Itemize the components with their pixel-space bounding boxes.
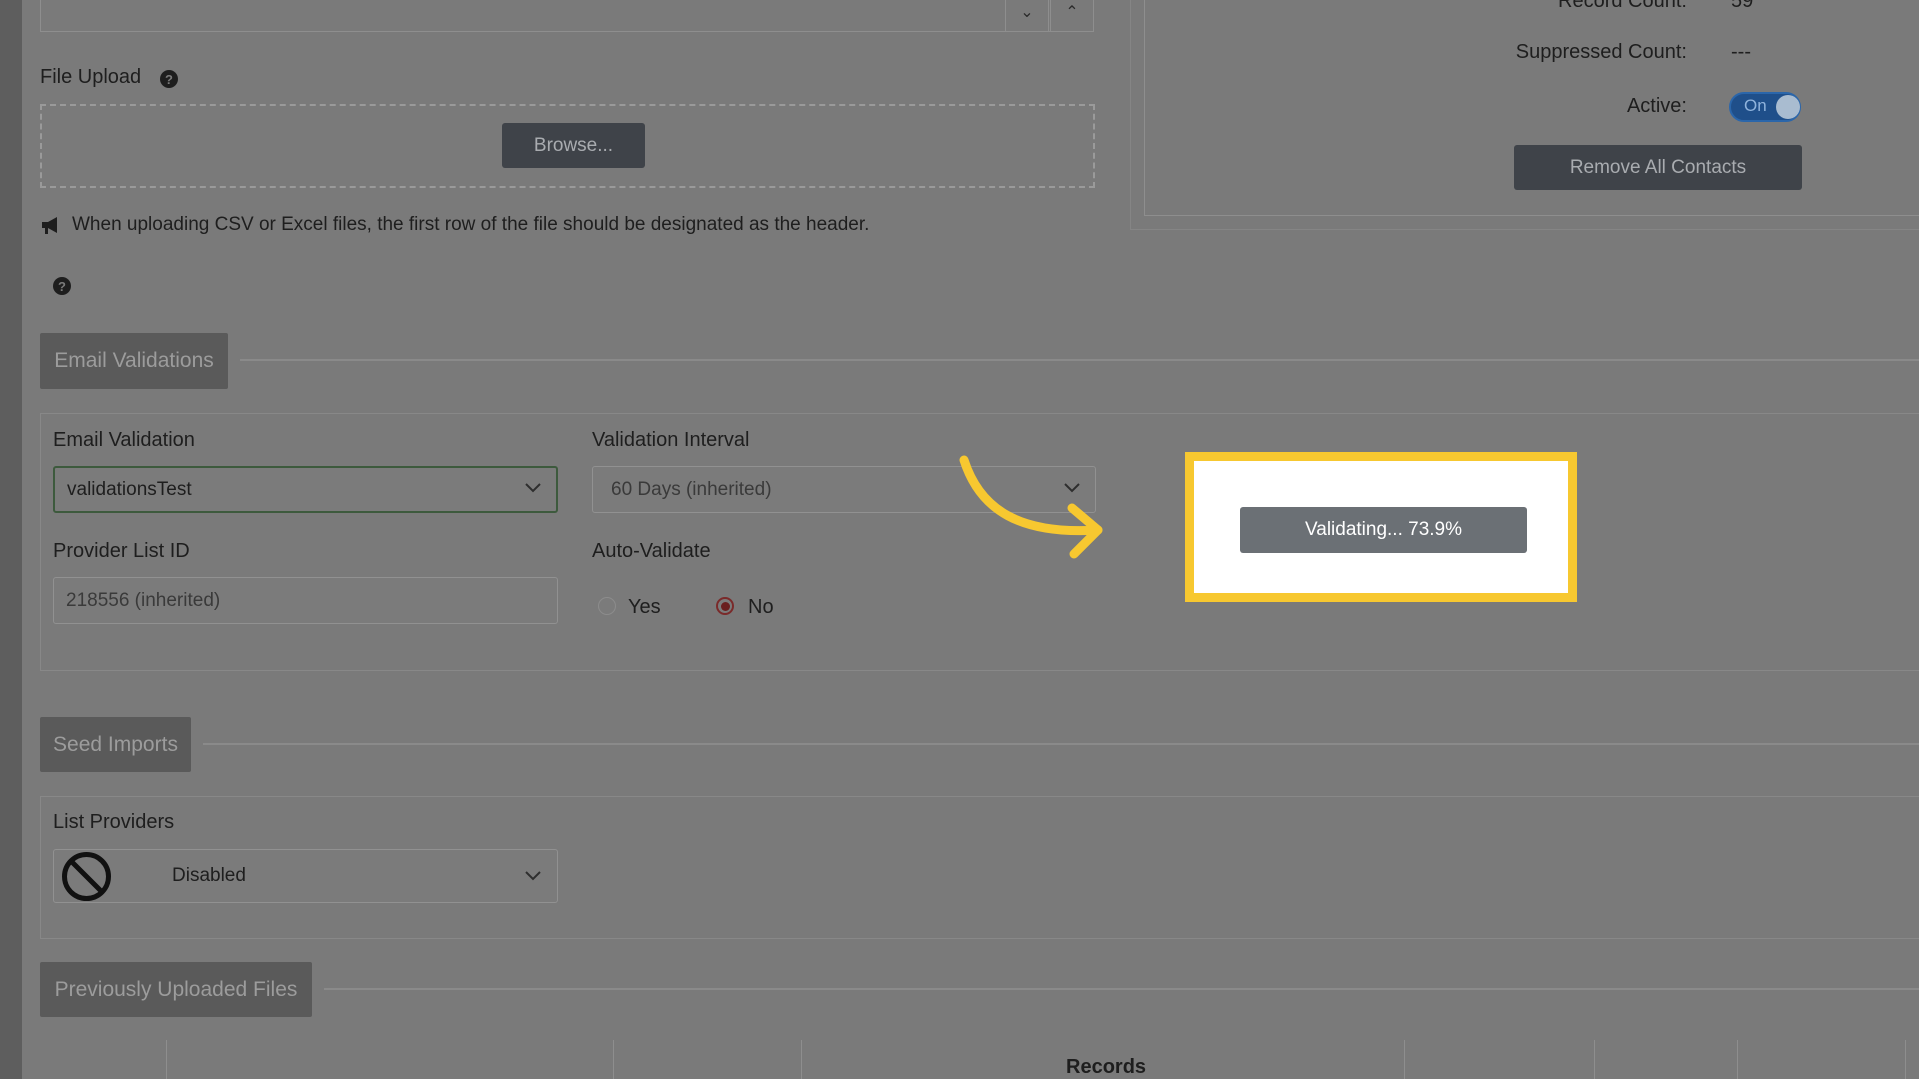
megaphone-icon (40, 214, 62, 236)
table-column-divider (1404, 1040, 1405, 1079)
email-validation-select[interactable]: validationsTest (53, 466, 558, 513)
suppressed-count-label: Suppressed Count: (1515, 41, 1687, 63)
email-validation-label: Email Validation (53, 429, 195, 451)
help-icon[interactable]: ? (160, 70, 178, 88)
increment-button[interactable]: ⌃ (1050, 0, 1094, 32)
table-column-divider (801, 1040, 802, 1079)
upload-notice: When uploading CSV or Excel files, the f… (72, 214, 870, 235)
auto-validate-yes-label: Yes (628, 596, 661, 618)
disabled-icon (62, 852, 111, 901)
records-column-header[interactable]: Records (1066, 1056, 1146, 1079)
chevron-down-icon (525, 871, 541, 881)
record-count-label: Record Count: (1558, 0, 1687, 12)
email-validations-section-tab[interactable]: Email Validations (40, 333, 228, 389)
chevron-up-icon: ⌃ (1065, 4, 1079, 21)
previously-uploaded-section-tab[interactable]: Previously Uploaded Files (40, 962, 312, 1017)
curved-arrow-icon (959, 455, 1103, 559)
help-icon[interactable]: ? (53, 277, 71, 295)
chevron-down-icon: ⌄ (1020, 4, 1034, 21)
provider-list-id-value: 218556 (inherited) (66, 589, 221, 611)
validation-interval-value: 60 Days (inherited) (611, 478, 772, 500)
auto-validate-yes-radio[interactable] (598, 597, 616, 615)
suppressed-count-value: --- (1731, 41, 1751, 63)
decrement-button[interactable]: ⌄ (1005, 0, 1049, 32)
toggle-knob (1776, 95, 1800, 119)
file-upload-label: File Upload (40, 66, 142, 88)
auto-validate-no-label: No (748, 596, 774, 618)
auto-validate-label: Auto-Validate (592, 540, 711, 562)
validation-progress-button[interactable]: Validating... 73.9% (1240, 507, 1527, 553)
provider-list-id-label: Provider List ID (53, 540, 190, 562)
table-column-divider (1737, 1040, 1738, 1079)
seed-imports-section-tab[interactable]: Seed Imports (40, 717, 191, 772)
list-providers-select[interactable]: Disabled (53, 849, 558, 903)
active-label: Active: (1626, 95, 1687, 117)
table-column-divider (166, 1040, 167, 1079)
record-count-value: 59 (1731, 0, 1754, 12)
browse-button[interactable]: Browse... (502, 123, 645, 168)
list-providers-value: Disabled (172, 865, 246, 886)
list-providers-label: List Providers (53, 811, 175, 833)
section-divider (324, 988, 1919, 990)
left-sidebar-strip (0, 0, 22, 1079)
section-divider (203, 743, 1919, 745)
auto-validate-no-radio[interactable] (716, 597, 734, 615)
remove-all-contacts-button[interactable]: Remove All Contacts (1514, 145, 1802, 190)
table-column-divider (1905, 1040, 1906, 1079)
email-validation-value: validationsTest (67, 478, 192, 500)
section-divider (240, 359, 1919, 361)
number-input[interactable] (40, 0, 1094, 32)
chevron-down-icon (525, 483, 541, 493)
provider-list-id-input[interactable]: 218556 (inherited) (53, 577, 558, 624)
table-column-divider (1594, 1040, 1595, 1079)
active-toggle-label: On (1744, 96, 1767, 115)
table-column-divider (613, 1040, 614, 1079)
validation-interval-label: Validation Interval (592, 429, 750, 451)
